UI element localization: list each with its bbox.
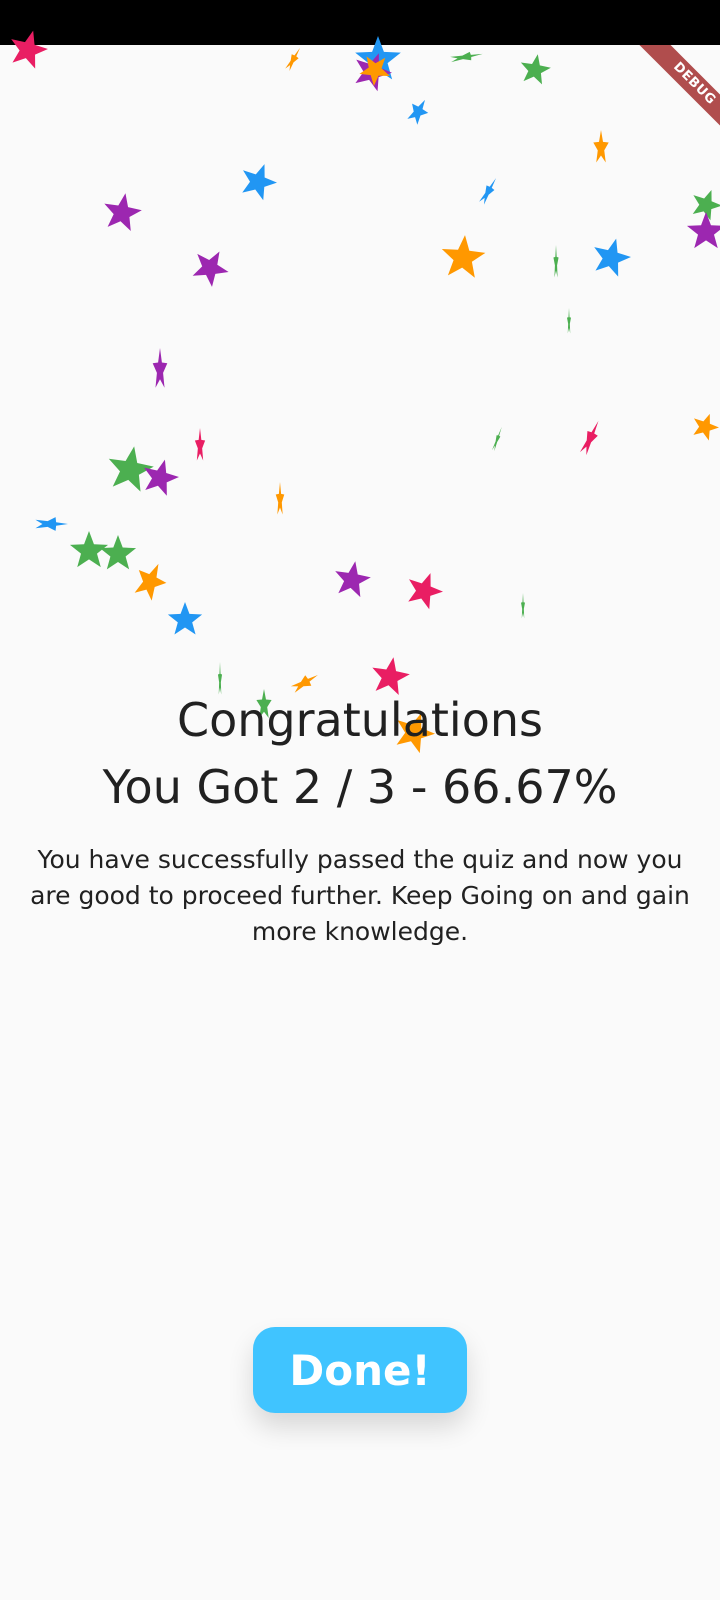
confetti-star-icon xyxy=(521,593,525,619)
confetti-star-icon xyxy=(152,348,168,388)
confetti-star-icon xyxy=(553,245,559,278)
confetti-star-icon xyxy=(285,47,300,72)
confetti-star-icon xyxy=(108,446,154,492)
confetti-star-icon xyxy=(594,238,631,277)
confetti-star-icon xyxy=(491,426,502,452)
confetti-star-icon xyxy=(520,54,551,85)
confetti-star-icon xyxy=(441,235,486,278)
confetti-star-icon xyxy=(450,51,483,63)
confetti-star-icon xyxy=(335,561,371,598)
debug-banner: DEBUG xyxy=(610,45,720,155)
confetti-star-icon xyxy=(192,251,229,287)
confetti-star-icon xyxy=(407,99,429,125)
confetti-star-icon xyxy=(593,130,609,163)
confetti-star-icon xyxy=(217,662,223,695)
confetti-star-icon xyxy=(242,164,277,201)
confetti-star-icon xyxy=(359,56,390,86)
debug-banner-label: DEBUG xyxy=(636,45,720,142)
confetti-star-icon xyxy=(69,531,109,568)
confetti-star-icon xyxy=(99,535,137,570)
done-button[interactable]: Done! xyxy=(253,1327,467,1413)
confetti-star-icon xyxy=(693,413,719,441)
confetti-star-icon xyxy=(144,459,179,496)
confetti-star-icon xyxy=(275,482,285,515)
confetti-star-icon xyxy=(479,178,496,205)
confetti-star-icon xyxy=(579,420,599,456)
confetti-star-icon xyxy=(35,517,68,531)
confetti-star-icon xyxy=(104,193,142,231)
confetti-star-icon xyxy=(686,212,720,249)
result-message: You have successfully passed the quiz an… xyxy=(30,845,690,946)
confetti-star-icon xyxy=(194,428,206,461)
confetti-star-icon xyxy=(355,53,392,92)
confetti-star-icon xyxy=(372,657,410,695)
confetti-star-icon xyxy=(134,563,167,601)
confetti-star-icon xyxy=(567,308,571,334)
congratulations-title: Congratulations xyxy=(177,693,543,747)
confetti-star-icon xyxy=(290,675,318,693)
confetti-star-icon xyxy=(408,573,443,610)
confetti-star-icon xyxy=(167,602,203,635)
score-text: You Got 2 / 3 - 66.67% xyxy=(102,760,618,814)
confetti-star-icon xyxy=(692,189,720,221)
status-bar xyxy=(0,0,720,45)
